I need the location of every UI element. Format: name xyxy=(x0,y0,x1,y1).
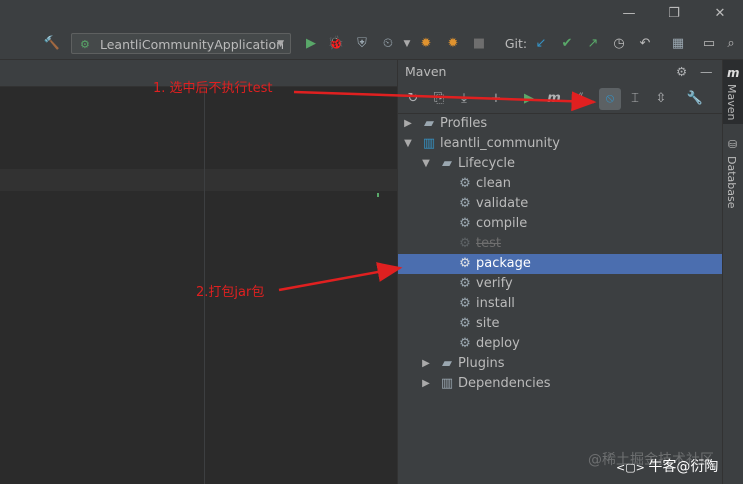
annotation-arrow-2 xyxy=(278,262,403,292)
nowcoder-watermark: <▢> 牛客@衍陶 xyxy=(616,456,718,476)
annotation-arrow-1 xyxy=(293,90,597,112)
nowcoder-watermark-label: 牛客@衍陶 xyxy=(648,459,719,475)
nowcoder-logo-icon: <▢> xyxy=(616,461,649,474)
annotation-skip-tests: 1. 选中后不执行test xyxy=(153,81,273,96)
annotation-overlay xyxy=(278,90,597,292)
annotation-package-jar: 2.打包jar包 xyxy=(196,285,265,300)
